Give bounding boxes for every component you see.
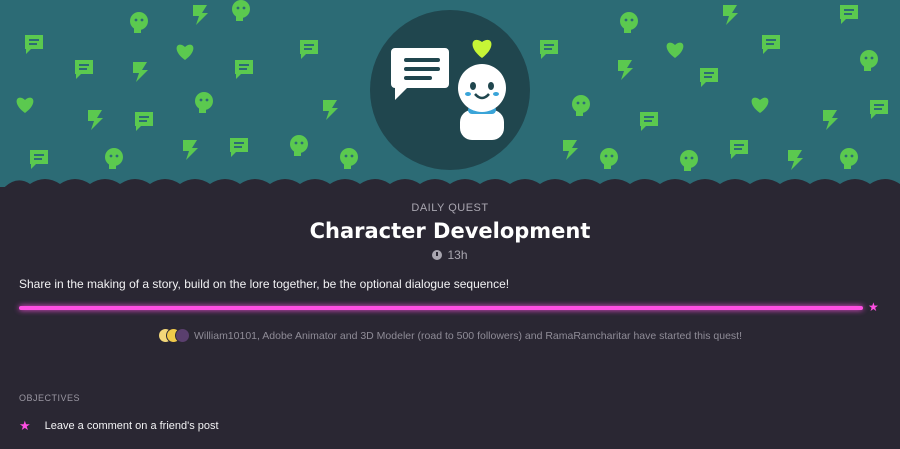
objective-label: Leave a comment on a friend's post — [44, 420, 219, 432]
heart-icon — [472, 39, 492, 58]
participant-avatars[interactable] — [157, 328, 190, 343]
snowman-character-icon — [458, 64, 506, 140]
quest-timer: 13h — [0, 248, 900, 262]
star-icon: ★ — [868, 300, 879, 314]
quest-progress-bar — [19, 306, 863, 310]
quest-type-label: DAILY QUEST — [411, 202, 489, 214]
participants-text: William10101, Adobe Animator and 3D Mode… — [193, 330, 743, 342]
star-icon: ★ — [19, 418, 31, 433]
objectives-header: OBJECTIVES — [19, 393, 81, 403]
avatar[interactable] — [174, 328, 190, 343]
time-left: 13h — [447, 248, 468, 262]
quest-banner — [0, 0, 900, 187]
participants-row: William10101, Adobe Animator and 3D Mode… — [0, 328, 900, 343]
quest-description: Share in the making of a story, build on… — [19, 277, 510, 291]
speech-bubble-icon — [391, 48, 449, 100]
objective-item: ★ Leave a comment on a friend's post — [19, 418, 219, 434]
quest-title: Character Development — [309, 219, 591, 243]
quest-details: DAILY QUEST Character Development 13h Sh… — [0, 187, 900, 449]
banner-scallop-edge — [4, 179, 900, 187]
clock-icon — [432, 250, 443, 260]
quest-emblem — [370, 10, 530, 170]
